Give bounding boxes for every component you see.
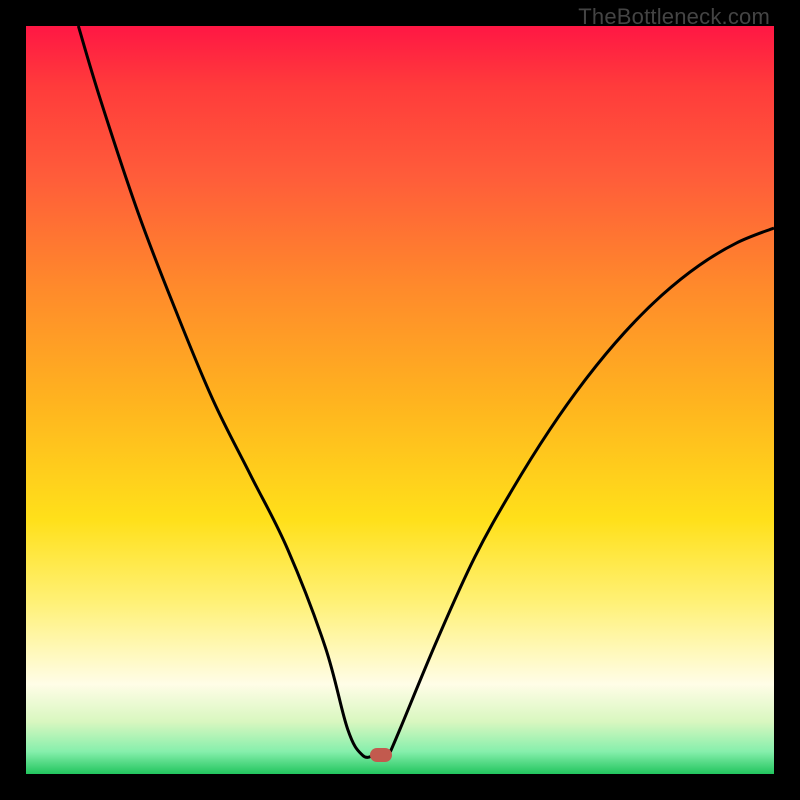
- curve-right-branch: [389, 228, 774, 755]
- bottleneck-curve: [26, 26, 774, 774]
- curve-left-branch: [78, 26, 373, 757]
- chart-frame: TheBottleneck.com: [0, 0, 800, 800]
- bottleneck-marker: [370, 748, 392, 762]
- plot-area: [26, 26, 774, 774]
